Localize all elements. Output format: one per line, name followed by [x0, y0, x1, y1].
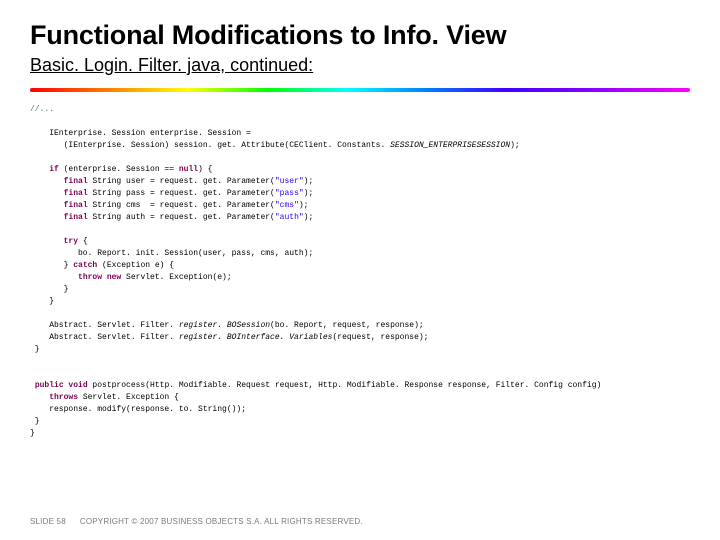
- slide-footer: SLIDE 58 COPYRIGHT © 2007 BUSINESS OBJEC…: [30, 517, 363, 526]
- code-listing: //... IEnterprise. Session enterprise. S…: [30, 104, 690, 440]
- slide: Functional Modifications to Info. View B…: [0, 0, 720, 540]
- slide-header: Functional Modifications to Info. View B…: [0, 0, 720, 80]
- slide-title: Functional Modifications to Info. View: [30, 20, 690, 51]
- copyright-text: COPYRIGHT © 2007 BUSINESS OBJECTS S.A. A…: [80, 517, 363, 526]
- slide-number: SLIDE 58: [30, 517, 66, 526]
- code-block: //... IEnterprise. Session enterprise. S…: [0, 92, 720, 540]
- slide-subtitle: Basic. Login. Filter. java, continued:: [30, 55, 690, 76]
